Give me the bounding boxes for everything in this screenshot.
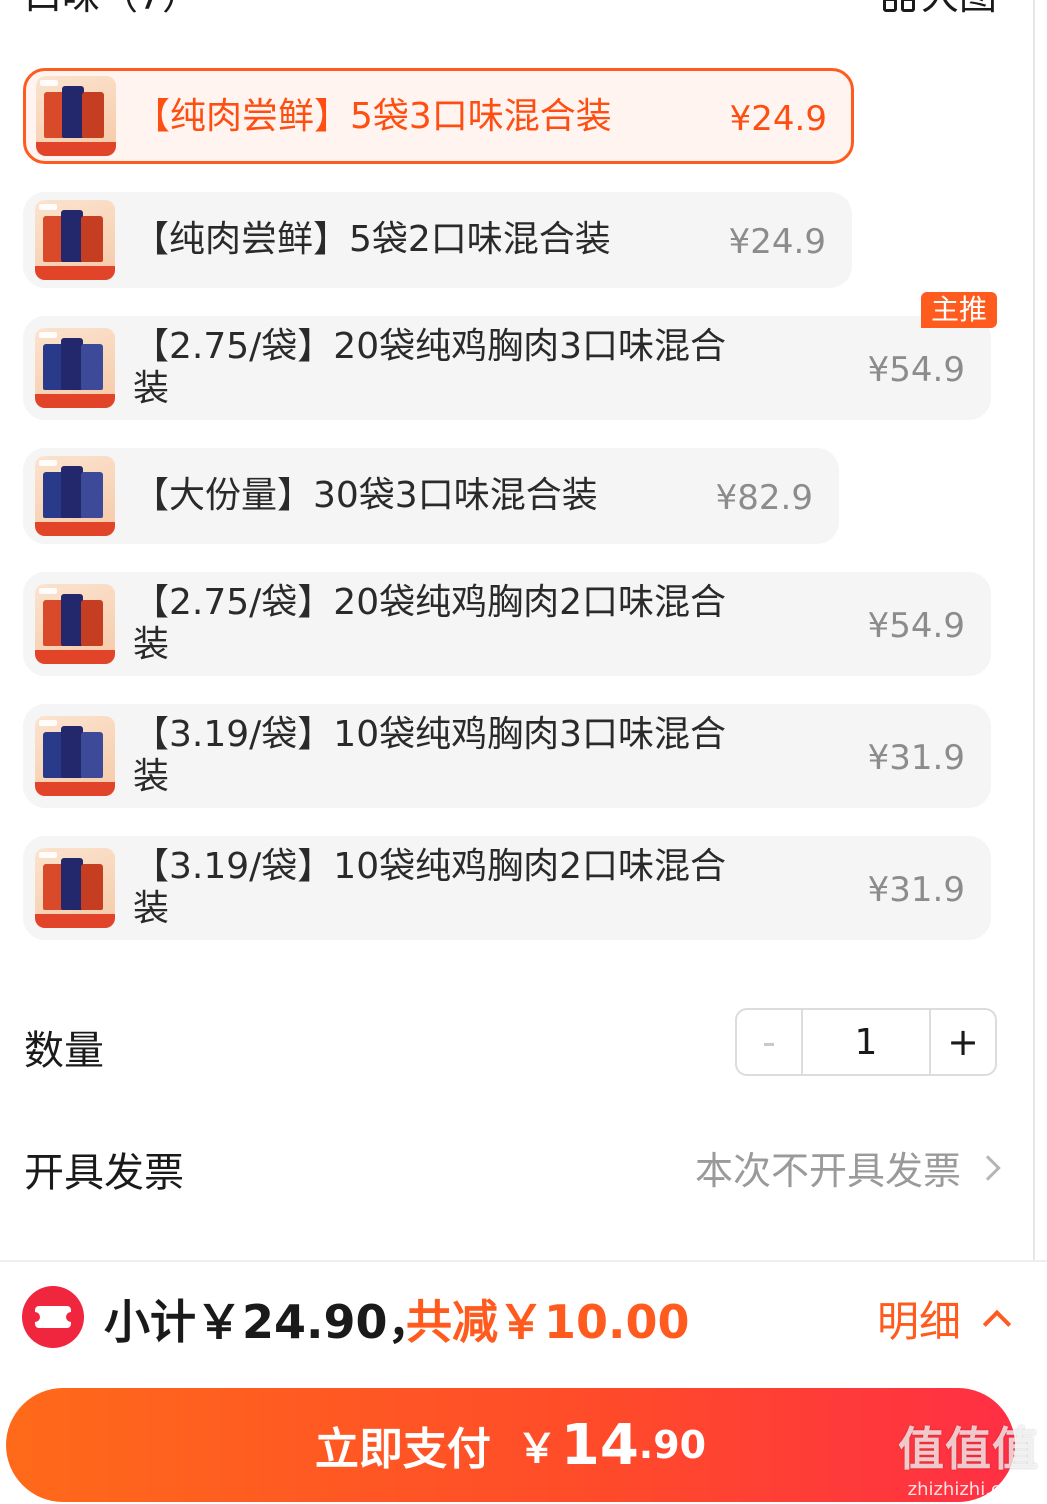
subtotal-text: 小计￥24.90， xyxy=(104,1295,434,1349)
invoice-status: 本次不开具发票 xyxy=(694,1149,961,1193)
option-label: 【大份量】30袋3口味混合装 xyxy=(133,475,598,516)
option-price: ¥54.9 xyxy=(867,350,965,390)
option-label-line2: 装 xyxy=(133,368,170,409)
option-label: 【3.19/袋】10袋纯鸡胸肉3口味混合 装 xyxy=(133,714,726,798)
pay-amount-decimal: .90 xyxy=(638,1423,707,1467)
option-price: ¥24.9 xyxy=(728,222,826,262)
watermark: 值值值 zhizhizhi.com xyxy=(898,1413,1039,1500)
detail-toggle[interactable]: 明细 xyxy=(876,1288,1012,1349)
product-thumbnail xyxy=(35,456,115,536)
price-summary: 小计￥24.90， 共减￥10.00 明细 xyxy=(22,1280,1012,1350)
option-label: 【纯肉尝鲜】5袋2口味混合装 xyxy=(133,219,611,260)
product-thumbnail xyxy=(35,716,115,796)
option-price: ¥54.9 xyxy=(867,606,965,646)
option-price: ¥82.9 xyxy=(715,478,813,518)
product-thumbnail xyxy=(36,76,116,156)
option-label-line2: 装 xyxy=(133,756,170,797)
option-label-line1: 【2.75/袋】20袋纯鸡胸肉2口味混合 xyxy=(133,582,726,623)
grid-icon xyxy=(882,0,915,12)
quantity-row: 数量 - 1 + xyxy=(24,1008,997,1076)
watermark-logo: 值值值 xyxy=(898,1422,1039,1476)
coupon-icon[interactable] xyxy=(22,1286,84,1348)
flavor-header: 口味（7） 大图 xyxy=(24,0,997,26)
pay-now-button[interactable]: 立即支付 ￥ 14 .90 xyxy=(6,1388,1015,1502)
option-7[interactable]: 【3.19/袋】10袋纯鸡胸肉2口味混合 装 ¥31.9 xyxy=(23,836,991,940)
option-label: 【纯肉尝鲜】5袋3口味混合装 xyxy=(134,96,612,137)
watermark-url: zhizhizhi.com xyxy=(907,1479,1030,1500)
product-thumbnail xyxy=(35,200,115,280)
scrollbar[interactable] xyxy=(1033,0,1035,1260)
option-1[interactable]: 【纯肉尝鲜】5袋3口味混合装 ¥24.9 xyxy=(23,68,854,164)
pay-currency: ￥ xyxy=(516,1426,557,1472)
invoice-row[interactable]: 开具发票 本次不开具发票 xyxy=(24,1138,1001,1196)
product-thumbnail xyxy=(35,328,115,408)
order-options-page: 口味（7） 大图 【纯肉尝鲜】5袋3口味混合装 ¥24.9 【纯肉尝鲜】5袋2口… xyxy=(0,0,1047,1504)
divider xyxy=(0,1260,1047,1262)
detail-label: 明细 xyxy=(876,1297,961,1346)
option-price: ¥24.9 xyxy=(729,99,827,139)
discount-text: 共减￥10.00 xyxy=(406,1295,690,1349)
option-price: ¥31.9 xyxy=(867,738,965,778)
invoice-label: 开具发票 xyxy=(24,1150,184,1196)
option-label: 【3.19/袋】10袋纯鸡胸肉2口味混合 装 xyxy=(133,846,726,930)
quantity-value[interactable]: 1 xyxy=(803,1010,929,1074)
invoice-value: 本次不开具发票 xyxy=(694,1140,1001,1195)
quantity-label: 数量 xyxy=(24,1028,104,1074)
option-4[interactable]: 【大份量】30袋3口味混合装 ¥82.9 xyxy=(23,448,839,544)
option-2[interactable]: 【纯肉尝鲜】5袋2口味混合装 ¥24.9 xyxy=(23,192,852,288)
quantity-stepper: - 1 + xyxy=(735,1008,997,1076)
big-image-toggle[interactable]: 大图 xyxy=(882,0,997,18)
decrement-button[interactable]: - xyxy=(737,1010,803,1074)
increment-button[interactable]: + xyxy=(929,1010,995,1074)
option-label-line1: 【3.19/袋】10袋纯鸡胸肉2口味混合 xyxy=(133,846,726,887)
pay-amount-integer: 14 xyxy=(560,1412,639,1478)
option-label: 【2.75/袋】20袋纯鸡胸肉3口味混合 装 xyxy=(133,326,726,410)
option-label-line1: 【3.19/袋】10袋纯鸡胸肉3口味混合 xyxy=(133,714,726,755)
chevron-right-icon xyxy=(975,1154,1001,1181)
big-image-label: 大图 xyxy=(921,0,997,18)
option-label-line2: 装 xyxy=(133,888,170,929)
product-thumbnail xyxy=(35,848,115,928)
product-thumbnail xyxy=(35,584,115,664)
option-label-line2: 装 xyxy=(133,624,170,665)
pay-label: 立即支付 xyxy=(314,1424,491,1475)
option-3[interactable]: 【2.75/袋】20袋纯鸡胸肉3口味混合 装 ¥54.9 主推 xyxy=(23,292,997,420)
option-6[interactable]: 【3.19/袋】10袋纯鸡胸肉3口味混合 装 ¥31.9 xyxy=(23,704,991,808)
option-label-line1: 【2.75/袋】20袋纯鸡胸肉3口味混合 xyxy=(133,326,726,367)
chevron-up-icon xyxy=(982,1309,1012,1338)
flavor-section-title: 口味（7） xyxy=(24,0,200,18)
recommended-badge: 主推 xyxy=(920,292,997,328)
option-5[interactable]: 【2.75/袋】20袋纯鸡胸肉2口味混合 装 ¥54.9 xyxy=(23,572,991,676)
option-price: ¥31.9 xyxy=(867,870,965,910)
option-label: 【2.75/袋】20袋纯鸡胸肉2口味混合 装 xyxy=(133,582,726,666)
